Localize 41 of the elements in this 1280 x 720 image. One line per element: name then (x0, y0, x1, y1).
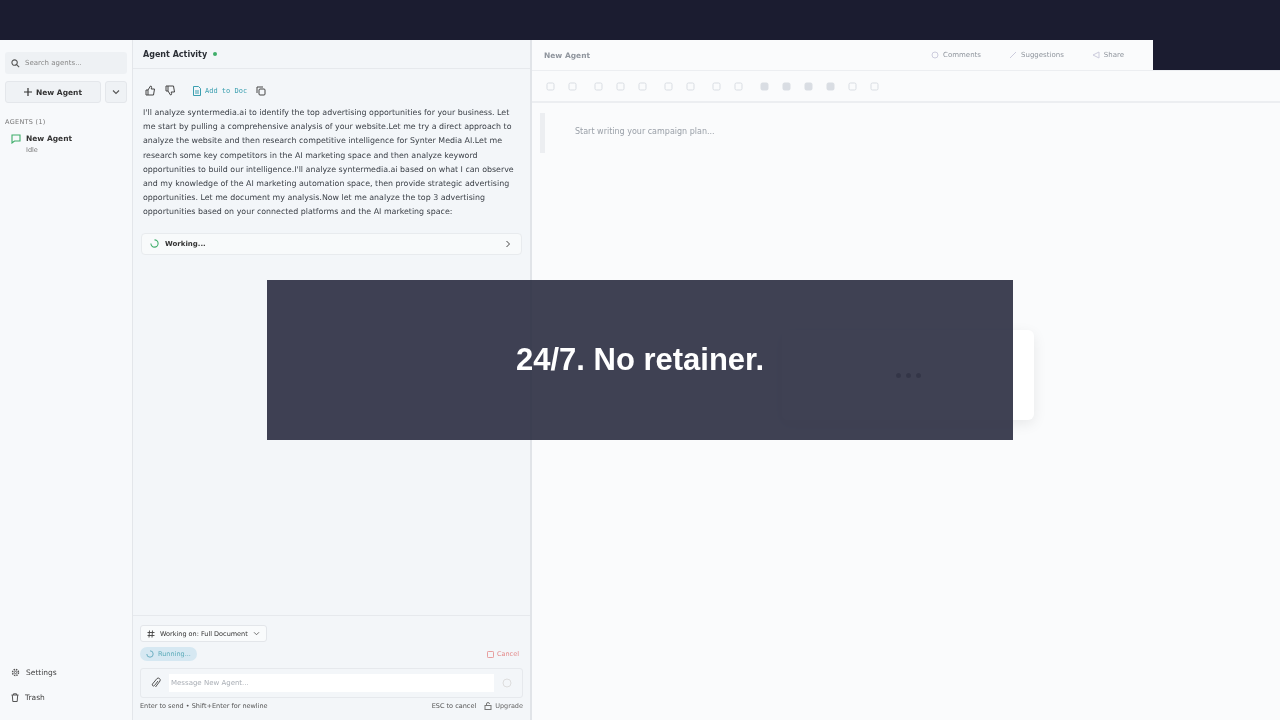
thumbs-up-icon[interactable] (145, 85, 156, 96)
format-icon[interactable] (826, 81, 835, 91)
format-icon[interactable] (686, 81, 695, 91)
format-icon[interactable] (638, 81, 647, 91)
chevron-down-icon (112, 89, 120, 95)
comment-icon (931, 51, 940, 59)
format-icon[interactable] (616, 81, 625, 91)
settings-icon (11, 668, 20, 677)
format-icon[interactable] (760, 81, 769, 91)
format-icon[interactable] (568, 81, 577, 91)
chevron-right-icon (505, 239, 511, 248)
format-icon[interactable] (782, 81, 791, 91)
format-icon[interactable] (664, 81, 673, 91)
chat-bubble-icon (11, 134, 21, 144)
send-icon[interactable] (502, 678, 512, 688)
search-icon (11, 59, 20, 68)
share-icon (1091, 51, 1100, 59)
hash-icon (147, 629, 155, 638)
format-icon[interactable] (594, 81, 603, 91)
copy-icon[interactable] (256, 85, 267, 96)
dropdown-button[interactable] (105, 81, 127, 103)
spinner-icon (150, 239, 159, 249)
plus-icon (23, 88, 32, 96)
format-icon[interactable] (848, 81, 857, 91)
format-icon[interactable] (712, 81, 721, 91)
format-icon[interactable] (734, 81, 743, 91)
format-icon[interactable] (546, 81, 555, 91)
lock-icon (484, 702, 493, 710)
chevron-down-icon (252, 631, 260, 636)
format-icon[interactable] (804, 81, 813, 91)
format-icon[interactable] (870, 81, 879, 91)
panel-title: Agent Activity (143, 49, 208, 59)
trash-icon (11, 693, 19, 702)
status-dot-icon (213, 52, 218, 56)
spinner-icon (146, 650, 154, 658)
thumbs-down-icon[interactable] (165, 85, 176, 96)
document-icon (193, 85, 201, 96)
paperclip-icon[interactable] (151, 677, 161, 689)
stop-icon (486, 650, 494, 658)
caption-text: 24/7. No retainer. (515, 342, 765, 378)
pen-icon (1009, 51, 1017, 59)
